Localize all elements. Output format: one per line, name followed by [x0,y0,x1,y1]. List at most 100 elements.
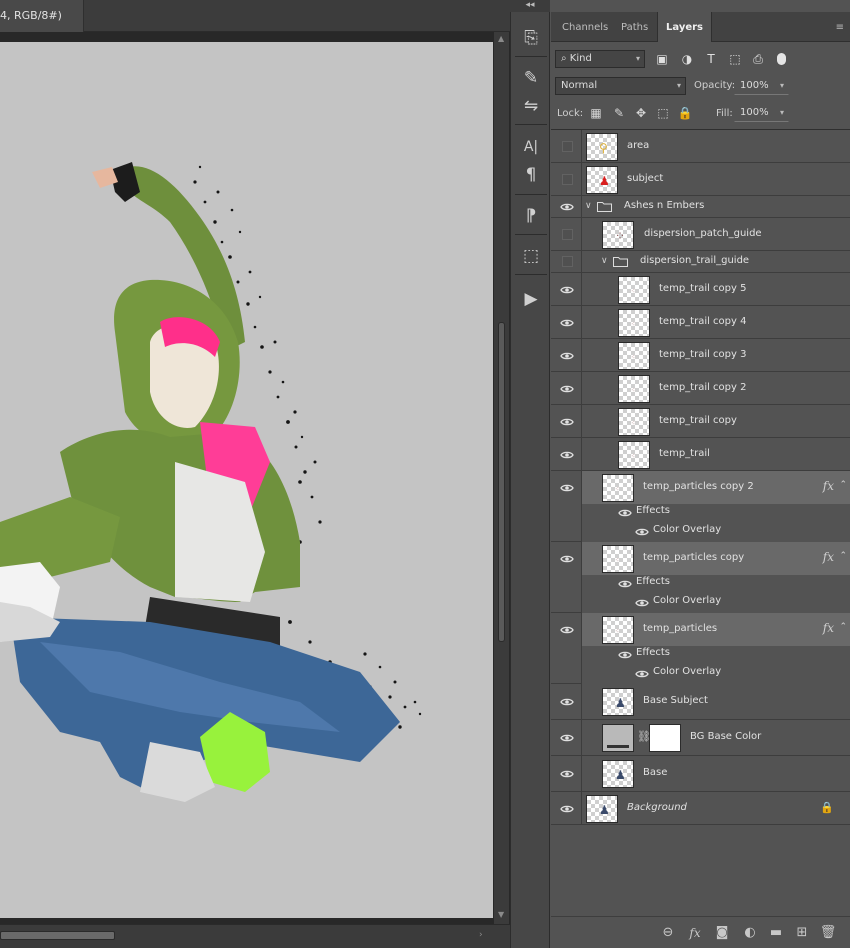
3d-icon[interactable]: ⬚ [515,242,547,270]
layer-group-row[interactable]: ∨ Ashes n Embers [551,196,850,218]
chevron-down-icon[interactable]: ∨ [585,201,592,211]
layer-row[interactable]: ⁖ temp_trail copy 2 [551,372,850,405]
visibility-toggle[interactable] [551,372,582,404]
eye-icon[interactable] [635,598,649,608]
eye-icon[interactable] [560,554,574,564]
lock-position-icon[interactable]: ✥ [632,104,650,122]
canvas-workspace[interactable]: ▲ ▼ [0,32,510,924]
visibility-toggle[interactable] [551,756,582,791]
effects-label[interactable]: Effects [636,647,670,658]
visibility-toggle[interactable] [551,196,582,217]
layer-row[interactable]: ⛓ BG Base Color [551,720,850,756]
eye-icon[interactable] [560,483,574,493]
color-overlay-label[interactable]: Color Overlay [653,666,721,677]
eye-icon[interactable] [560,318,574,328]
eye-icon[interactable] [560,769,574,779]
layer-row[interactable]: ⁖ temp_particles copy 2 fx ⌃ Effects Color Ov… [551,471,850,542]
layer-name[interactable]: Ashes n Embers [624,200,704,211]
layer-thumbnail[interactable]: ⁖ [602,544,634,573]
layer-name[interactable]: temp_particles copy [643,552,744,563]
eye-icon[interactable] [560,733,574,743]
layer-thumbnail[interactable]: ♟ [586,794,618,823]
visibility-toggle[interactable] [551,542,582,612]
collapse-effects-icon[interactable]: ⌃ [839,622,847,632]
glyphs-icon[interactable]: ⁋ [515,202,547,230]
eye-icon[interactable] [618,508,632,518]
layer-row[interactable]: ⚲ area [551,130,850,163]
visibility-toggle[interactable] [551,613,582,683]
visibility-toggle[interactable] [551,438,582,470]
visibility-toggle[interactable] [551,273,582,305]
blend-mode-select[interactable]: Normal ▾ [555,77,686,95]
layer-thumbnail[interactable]: ♟ [602,760,634,788]
shape-filter-icon[interactable]: ⬚ [725,50,745,68]
new-layer-icon[interactable]: ⊞ [792,925,812,941]
layer-name[interactable]: BG Base Color [690,731,761,742]
hidden-visibility-box[interactable] [562,173,573,185]
visibility-toggle[interactable] [551,218,582,250]
layer-thumbnail[interactable]: ⁘ [602,220,634,249]
opacity-field[interactable]: 100% ▾ [734,77,789,95]
eye-icon[interactable] [560,285,574,295]
layer-thumbnail[interactable]: ⁖ [618,440,650,469]
layer-thumbnail[interactable] [602,724,634,752]
paragraph-icon[interactable]: ¶ [515,161,547,189]
add-mask-icon[interactable]: ◙ [712,925,732,941]
horizontal-scroll-thumb[interactable] [0,931,115,940]
visibility-toggle[interactable] [551,306,582,338]
fill-field[interactable]: 100% ▾ [734,104,789,122]
layer-group-row[interactable]: ∨ dispersion_trail_guide [551,251,850,273]
scroll-up-icon[interactable]: ▲ [498,34,504,43]
layer-thumbnail[interactable]: ⁖ [602,473,634,502]
layer-thumbnail[interactable]: ⁖ [618,341,650,370]
vertical-scrollbar[interactable]: ▲ ▼ [494,32,509,924]
eye-icon[interactable] [635,669,649,679]
lock-artboard-icon[interactable]: ⬚ [654,104,672,122]
layer-row[interactable]: ⁖ temp_trail copy [551,405,850,438]
actions-play-icon[interactable]: ▶ [515,285,547,313]
fx-icon[interactable]: fx [823,479,834,493]
layer-mask-thumbnail[interactable] [649,724,681,752]
eye-icon[interactable] [560,351,574,361]
adjustment-layer-icon[interactable]: ◐ [740,925,760,941]
layer-row[interactable]: ♟ Base [551,756,850,792]
collapse-effects-icon[interactable]: ⌃ [839,480,847,490]
document-canvas[interactable] [0,42,493,918]
vertical-scroll-thumb[interactable] [498,322,505,642]
visibility-toggle[interactable] [551,251,582,272]
lock-all-icon[interactable]: 🔒 [676,104,694,122]
visibility-toggle[interactable] [551,684,582,719]
layer-name[interactable]: Base Subject [643,695,708,706]
layer-name[interactable]: temp_trail copy [659,415,737,426]
lock-image-icon[interactable]: ✎ [610,104,628,122]
layer-thumbnail[interactable]: ⁖ [618,374,650,403]
document-tab[interactable]: 4, RGB/8#) [0,0,84,32]
eye-icon[interactable] [560,804,574,814]
panel-menu-icon[interactable]: ≡ [836,22,844,33]
layer-thumbnail[interactable]: ⁖ [618,308,650,337]
hidden-visibility-box[interactable] [562,140,573,152]
adjustment-filter-icon[interactable]: ◑ [677,50,697,68]
eye-icon[interactable] [560,384,574,394]
layer-name[interactable]: Base [643,767,667,778]
layer-row[interactable]: ⁘ dispersion_patch_guide [551,218,850,251]
layer-name[interactable]: Background [627,802,687,813]
layer-thumbnail[interactable]: ♟ [586,165,618,194]
visibility-toggle[interactable] [551,471,582,541]
visibility-toggle[interactable] [551,792,582,824]
color-overlay-label[interactable]: Color Overlay [653,595,721,606]
layer-name[interactable]: temp_particles [643,623,717,634]
layer-name[interactable]: subject [627,173,663,184]
visibility-toggle[interactable] [551,405,582,437]
eye-icon[interactable] [618,579,632,589]
layer-name[interactable]: dispersion_trail_guide [640,255,749,266]
layer-thumbnail[interactable]: ⁖ [618,275,650,304]
horizontal-scrollbar[interactable]: › [0,924,510,948]
hidden-visibility-box[interactable] [562,256,573,267]
layer-row[interactable]: ♟ Background 🔒 [551,792,850,825]
eye-icon[interactable] [560,697,574,707]
layer-row[interactable]: ⁖ temp_trail copy 5 [551,273,850,306]
brush-presets-icon[interactable]: ✎ [515,64,547,92]
eye-icon[interactable] [560,450,574,460]
layer-thumbnail[interactable]: ⁖ [602,615,634,644]
